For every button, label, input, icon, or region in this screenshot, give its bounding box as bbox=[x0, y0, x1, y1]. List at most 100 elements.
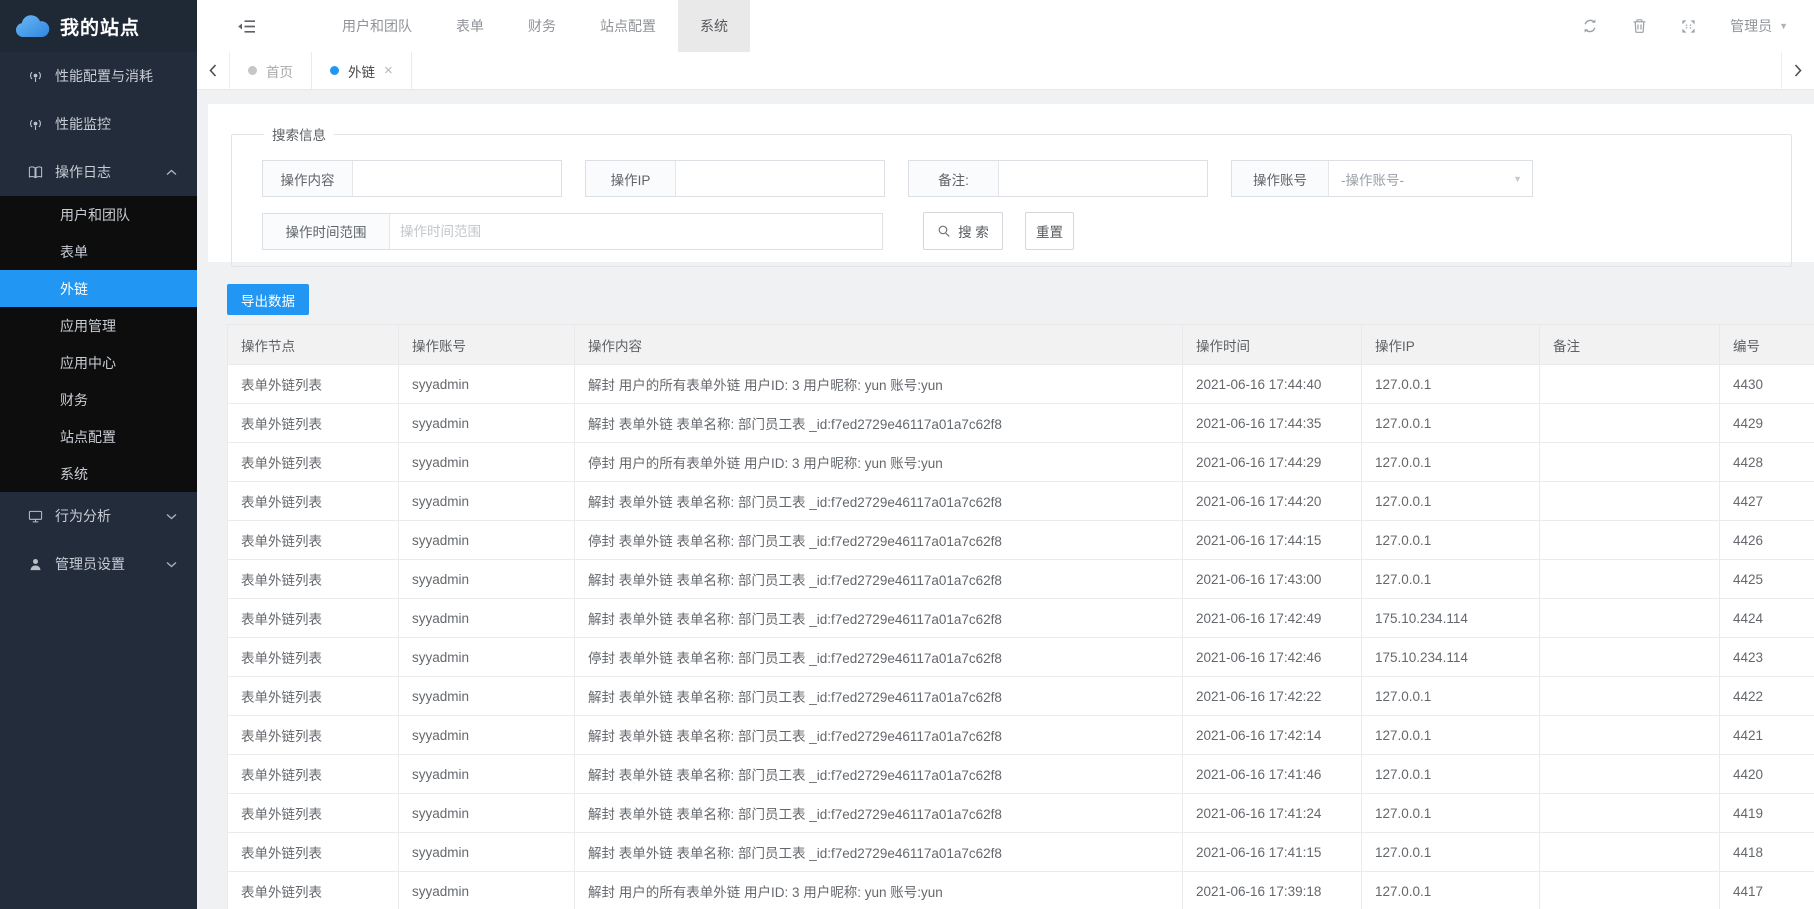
page-tab-home[interactable]: 首页 bbox=[230, 52, 312, 89]
sidebar-item-label: 行为分析 bbox=[55, 506, 111, 526]
sidebar-item-system[interactable]: 系统 bbox=[0, 455, 197, 492]
content-field-label: 操作内容 bbox=[263, 161, 353, 196]
export-data-button[interactable]: 导出数据 bbox=[227, 284, 309, 315]
sidebar-item-forms[interactable]: 表单 bbox=[0, 233, 197, 270]
cell-ip: 127.0.0.1 bbox=[1362, 872, 1540, 909]
topbar-tab-finance[interactable]: 财务 bbox=[506, 0, 578, 52]
cell-note bbox=[1540, 560, 1720, 599]
sidebar-item-operation-log[interactable]: 操作日志 bbox=[0, 148, 197, 196]
cell-note bbox=[1540, 677, 1720, 716]
topbar-actions: 管理员 ▼ bbox=[1548, 16, 1788, 36]
account-select[interactable]: -操作账号- ▼ bbox=[1329, 161, 1532, 196]
cell-id: 4429 bbox=[1720, 404, 1814, 443]
table-row: 表单外链列表 syyadmin 解封 表单外链 表单名称: 部门员工表 _id:… bbox=[228, 404, 1814, 443]
trash-icon[interactable] bbox=[1632, 18, 1647, 34]
ip-input[interactable] bbox=[676, 161, 884, 196]
search-button-label: 搜 索 bbox=[958, 221, 989, 241]
ip-field-label: 操作IP bbox=[586, 161, 676, 196]
note-input[interactable] bbox=[999, 161, 1207, 196]
search-icon bbox=[937, 224, 951, 238]
sidebar-item-users-teams[interactable]: 用户和团队 bbox=[0, 196, 197, 233]
topbar-tab-site-config[interactable]: 站点配置 bbox=[578, 0, 678, 52]
log-table: 操作节点 操作账号 操作内容 操作时间 操作IP 备注 编号 表单外链列表 sy… bbox=[227, 324, 1814, 909]
search-account-group: 操作账号 -操作账号- ▼ bbox=[1231, 160, 1533, 197]
table-row: 表单外链列表 syyadmin 停封 表单外链 表单名称: 部门员工表 _id:… bbox=[228, 638, 1814, 677]
logo[interactable]: 我的站点 bbox=[0, 0, 197, 52]
cell-ip: 127.0.0.1 bbox=[1362, 794, 1540, 833]
sidebar-item-label: 应用中心 bbox=[60, 353, 116, 373]
cell-id: 4423 bbox=[1720, 638, 1814, 677]
sidebar-item-app-management[interactable]: 应用管理 bbox=[0, 307, 197, 344]
cell-time: 2021-06-16 17:41:15 bbox=[1183, 833, 1362, 872]
cell-content: 解封 用户的所有表单外链 用户ID: 3 用户昵称: yun 账号:yun bbox=[575, 872, 1183, 909]
cell-note bbox=[1540, 365, 1720, 404]
cell-time: 2021-06-16 17:42:14 bbox=[1183, 716, 1362, 755]
cell-account: syyadmin bbox=[399, 833, 575, 872]
table-row: 表单外链列表 syyadmin 解封 表单外链 表单名称: 部门员工表 _id:… bbox=[228, 833, 1814, 872]
page-tabs-bar: 首页 外链 × bbox=[197, 52, 1814, 90]
sidebar-item-label: 系统 bbox=[60, 464, 88, 484]
sidebar-item-site-config[interactable]: 站点配置 bbox=[0, 418, 197, 455]
cell-id: 4420 bbox=[1720, 755, 1814, 794]
account-select-value: -操作账号- bbox=[1329, 169, 1404, 189]
search-panel: 搜索信息 操作内容 操作IP 备注: bbox=[208, 104, 1814, 262]
sidebar-item-external-links[interactable]: 外链 bbox=[0, 270, 197, 307]
cell-account: syyadmin bbox=[399, 599, 575, 638]
cell-time: 2021-06-16 17:44:40 bbox=[1183, 365, 1362, 404]
cell-note bbox=[1540, 404, 1720, 443]
cell-content: 解封 表单外链 表单名称: 部门员工表 _id:f7ed2729e46117a0… bbox=[575, 599, 1183, 638]
tabs-scroll-right-icon[interactable] bbox=[1781, 52, 1814, 89]
cell-content: 解封 用户的所有表单外链 用户ID: 3 用户昵称: yun 账号:yun bbox=[575, 365, 1183, 404]
cell-note bbox=[1540, 794, 1720, 833]
cell-node: 表单外链列表 bbox=[228, 404, 399, 443]
topbar-tab-forms[interactable]: 表单 bbox=[434, 0, 506, 52]
sidebar-item-label: 站点配置 bbox=[60, 427, 116, 447]
sidebar-item-performance-monitor[interactable]: 性能监控 bbox=[0, 100, 197, 148]
chevron-down-icon bbox=[166, 561, 177, 568]
cell-time: 2021-06-16 17:44:35 bbox=[1183, 404, 1362, 443]
table-row: 表单外链列表 syyadmin 解封 表单外链 表单名称: 部门员工表 _id:… bbox=[228, 677, 1814, 716]
time-range-input[interactable] bbox=[390, 214, 882, 249]
sidebar-item-finance[interactable]: 财务 bbox=[0, 381, 197, 418]
user-menu[interactable]: 管理员 ▼ bbox=[1730, 16, 1788, 36]
cell-node: 表单外链列表 bbox=[228, 872, 399, 909]
cell-node: 表单外链列表 bbox=[228, 599, 399, 638]
sidebar-item-admin-settings[interactable]: 管理员设置 bbox=[0, 540, 197, 588]
table-body: 表单外链列表 syyadmin 解封 用户的所有表单外链 用户ID: 3 用户昵… bbox=[228, 365, 1814, 909]
cell-account: syyadmin bbox=[399, 677, 575, 716]
content-input[interactable] bbox=[353, 161, 561, 196]
tabs-scroll-left-icon[interactable] bbox=[197, 52, 230, 89]
sidebar-item-label: 表单 bbox=[60, 242, 88, 262]
cell-node: 表单外链列表 bbox=[228, 755, 399, 794]
sidebar-item-behavior-analysis[interactable]: 行为分析 bbox=[0, 492, 197, 540]
table-row: 表单外链列表 syyadmin 停封 用户的所有表单外链 用户ID: 3 用户昵… bbox=[228, 443, 1814, 482]
collapse-sidebar-icon[interactable] bbox=[237, 19, 256, 34]
cell-content: 解封 表单外链 表单名称: 部门员工表 _id:f7ed2729e46117a0… bbox=[575, 560, 1183, 599]
cell-note bbox=[1540, 872, 1720, 909]
caret-down-icon: ▼ bbox=[1779, 21, 1788, 31]
refresh-icon[interactable] bbox=[1582, 18, 1598, 34]
fullscreen-icon[interactable] bbox=[1681, 19, 1696, 34]
cell-account: syyadmin bbox=[399, 404, 575, 443]
search-button[interactable]: 搜 索 bbox=[923, 212, 1003, 250]
page-tab-external-links[interactable]: 外链 × bbox=[312, 52, 412, 89]
tab-label: 首页 bbox=[266, 61, 293, 81]
cell-account: syyadmin bbox=[399, 716, 575, 755]
cell-account: syyadmin bbox=[399, 443, 575, 482]
chevron-up-icon bbox=[166, 169, 177, 176]
cell-content: 解封 表单外链 表单名称: 部门员工表 _id:f7ed2729e46117a0… bbox=[575, 833, 1183, 872]
close-tab-icon[interactable]: × bbox=[384, 63, 393, 78]
sidebar-item-performance-config[interactable]: 性能配置与消耗 bbox=[0, 52, 197, 100]
col-header-id: 编号 bbox=[1720, 325, 1814, 365]
reset-button[interactable]: 重置 bbox=[1025, 212, 1074, 250]
sidebar-item-app-center[interactable]: 应用中心 bbox=[0, 344, 197, 381]
cell-content: 停封 用户的所有表单外链 用户ID: 3 用户昵称: yun 账号:yun bbox=[575, 443, 1183, 482]
broadcast-icon bbox=[28, 69, 43, 84]
topbar-tab-system[interactable]: 系统 bbox=[678, 0, 750, 52]
content: 搜索信息 操作内容 操作IP 备注: bbox=[197, 90, 1814, 909]
table-row: 表单外链列表 syyadmin 解封 表单外链 表单名称: 部门员工表 _id:… bbox=[228, 716, 1814, 755]
table-row: 表单外链列表 syyadmin 解封 表单外链 表单名称: 部门员工表 _id:… bbox=[228, 599, 1814, 638]
cell-note bbox=[1540, 755, 1720, 794]
topbar-tab-users-teams[interactable]: 用户和团队 bbox=[320, 0, 434, 52]
table-row: 表单外链列表 syyadmin 停封 表单外链 表单名称: 部门员工表 _id:… bbox=[228, 521, 1814, 560]
